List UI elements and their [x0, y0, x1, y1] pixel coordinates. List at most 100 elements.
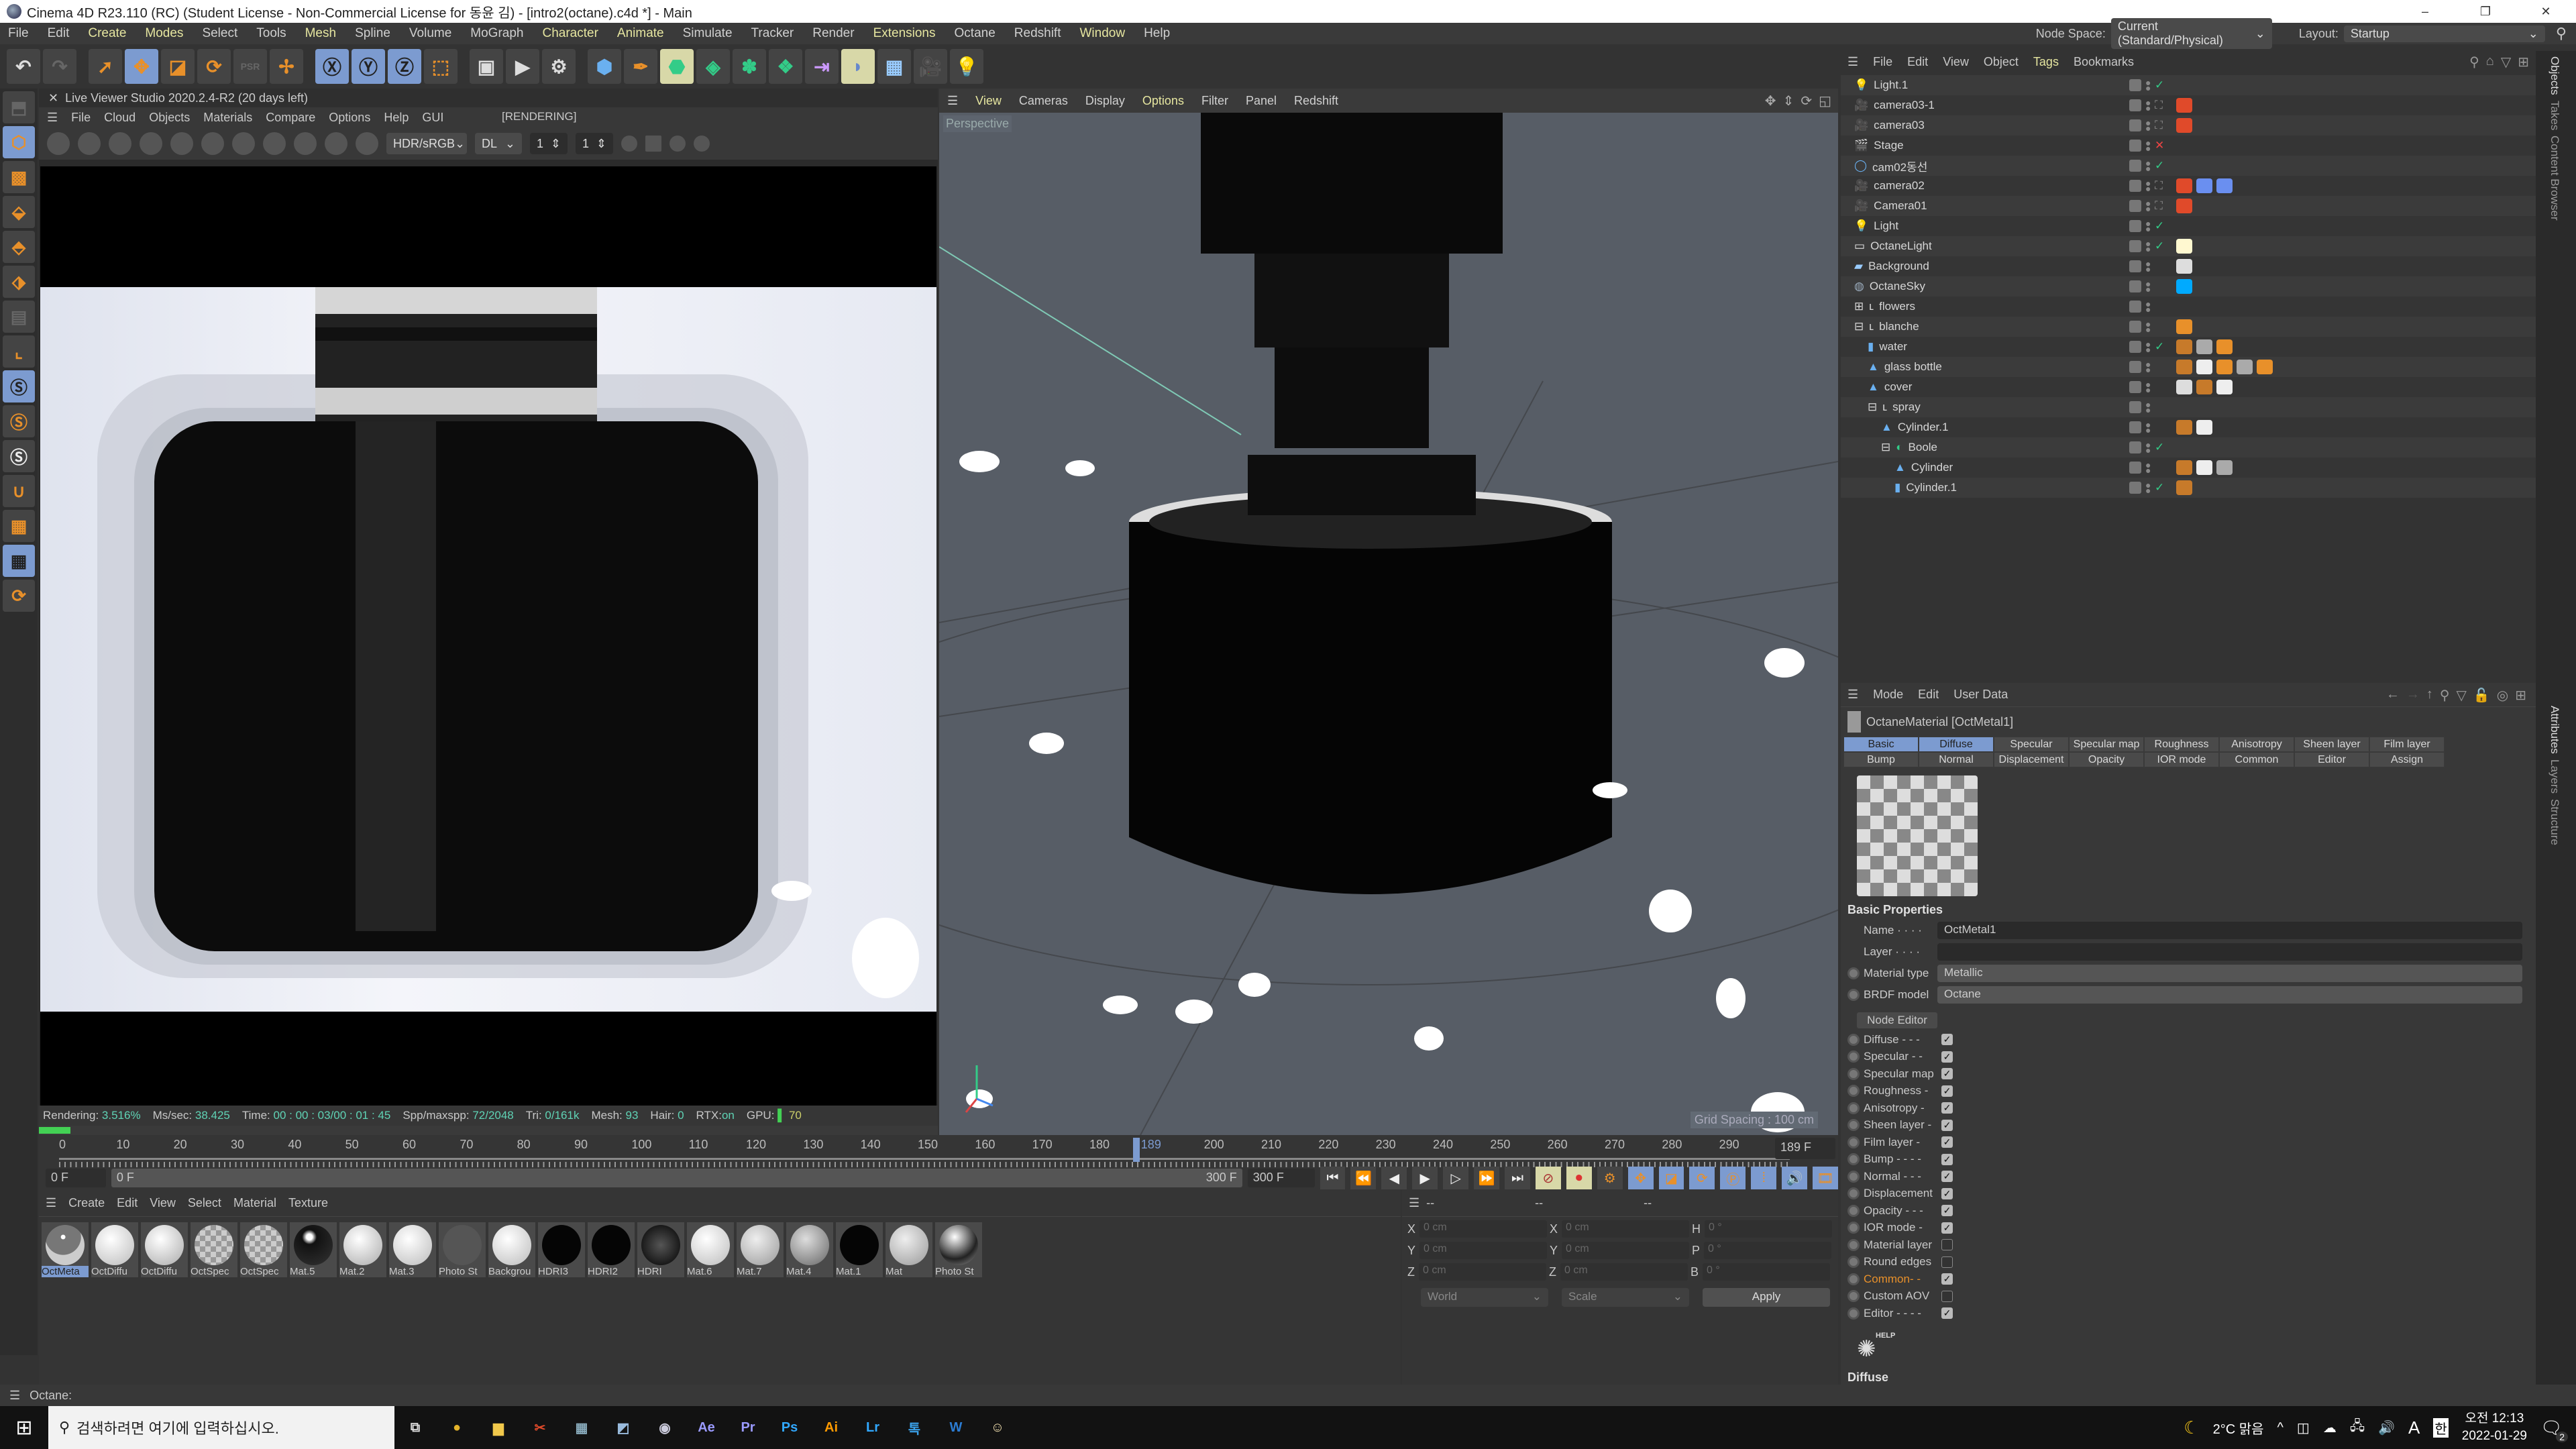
network-icon[interactable]: 🖧	[2350, 1416, 2365, 1439]
layer-toggle[interactable]	[2129, 301, 2141, 313]
coordinate-field[interactable]: 0 °	[1704, 1242, 1832, 1259]
kakao-icon[interactable]: 톡	[894, 1406, 935, 1449]
pen-icon[interactable]: ✒	[624, 49, 657, 84]
material-menu-material[interactable]: Material	[233, 1196, 276, 1210]
checker-tag-icon[interactable]	[2196, 420, 2212, 435]
attr-menu-mode[interactable]: Mode	[1873, 688, 1903, 702]
tab-anisotropy[interactable]: Anisotropy	[2219, 737, 2294, 752]
menu-select[interactable]: Select	[202, 26, 237, 41]
hamburger-icon[interactable]: ☰	[46, 1196, 56, 1210]
animate-radio[interactable]	[1847, 1290, 1860, 1303]
octane-help-icon[interactable]: ✺ HELP	[1857, 1332, 1897, 1362]
animate-radio[interactable]	[1847, 1256, 1860, 1269]
enable-toggle[interactable]: ⛶	[2155, 199, 2163, 213]
collapse-icon[interactable]: ⊟	[1868, 400, 1877, 414]
channel-checkbox[interactable]: ✓	[1941, 1307, 1953, 1320]
phong-tag-icon[interactable]	[2176, 360, 2192, 374]
visibility-dots[interactable]: ● ●	[2145, 199, 2151, 213]
key-pla-icon[interactable]: ⁞	[1751, 1167, 1777, 1189]
chrome-icon[interactable]: ●	[436, 1406, 478, 1449]
object-row[interactable]: ▲ Cylinder.1 ● ●	[1841, 417, 2536, 437]
object-row[interactable]: ▲ Cylinder ● ●	[1841, 458, 2536, 478]
tab-film-layer[interactable]: Film layer	[2369, 737, 2445, 752]
zoom-in-icon[interactable]	[263, 132, 286, 155]
material-swatch[interactable]: Mat.2	[339, 1222, 386, 1277]
texture-tag-icon[interactable]	[2196, 339, 2212, 354]
search-icon[interactable]: ⚲	[2469, 54, 2479, 70]
menu-volume[interactable]: Volume	[409, 26, 451, 41]
layer-toggle[interactable]	[2129, 240, 2141, 252]
node-editor-button[interactable]: Node Editor	[1857, 1012, 1937, 1028]
tab-editor[interactable]: Editor	[2294, 752, 2369, 767]
lv-menu-cloud[interactable]: Cloud	[104, 111, 136, 125]
coordinate-field[interactable]: 0 cm	[1562, 1242, 1690, 1259]
solo-single-icon[interactable]: Ⓢ	[3, 405, 35, 437]
search-icon[interactable]: ⚲	[2440, 687, 2450, 704]
camera-tag-icon[interactable]	[2176, 118, 2192, 133]
x-axis-icon[interactable]: Ⓧ	[315, 49, 349, 84]
current-frame-field[interactable]: 189 F	[1775, 1138, 1835, 1159]
clapper-tag-icon[interactable]	[2216, 339, 2233, 354]
new-panel-icon[interactable]: ⊞	[2518, 54, 2529, 70]
viewport-menu-view[interactable]: View	[975, 94, 1002, 108]
up-icon[interactable]: ↑	[2426, 687, 2433, 704]
object-row[interactable]: 💡 Light.1 ● ● ✓	[1841, 75, 2536, 95]
object-row[interactable]: ▮ Cylinder.1 ● ● ✓	[1841, 478, 2536, 498]
calculator-icon[interactable]: ▦	[561, 1406, 602, 1449]
tab-displacement[interactable]: Displacement	[1994, 752, 2069, 767]
layer-toggle[interactable]	[2129, 200, 2141, 212]
material-swatch[interactable]: Mat	[885, 1222, 932, 1277]
workplane-icon[interactable]: ▦	[3, 510, 35, 542]
rotate-view-icon[interactable]: ⟳	[1801, 93, 1812, 109]
side-tab-attributes[interactable]: Attributes	[2548, 706, 2561, 754]
target-icon[interactable]: ◎	[2497, 687, 2508, 704]
kernel-dropdown[interactable]: DL ⌄	[475, 133, 522, 154]
film-icon[interactable]: 🎞	[1813, 1167, 1838, 1189]
material-swatch[interactable]: OctDiffu	[91, 1222, 138, 1277]
material-menu-texture[interactable]: Texture	[288, 1196, 328, 1210]
object-row[interactable]: 💡 Light ● ● ✓	[1841, 216, 2536, 236]
object-row[interactable]: 🎥 camera03 ● ● ⛶	[1841, 115, 2536, 136]
name-field[interactable]: OctMetal1	[1937, 922, 2522, 939]
object-menu-view[interactable]: View	[1943, 55, 1969, 69]
timeline-ruler[interactable]: 0 10 20 30 40 50 60 70 80 90 100 110 120 130 140 150 160…	[59, 1138, 1796, 1167]
phong-tag-icon[interactable]	[2176, 420, 2192, 435]
visibility-dots[interactable]: ● ●	[2145, 78, 2151, 93]
channel-checkbox[interactable]: ✓	[1941, 1205, 1953, 1217]
channel-checkbox[interactable]: ✓	[1941, 1034, 1953, 1046]
camera-icon[interactable]: 🎥	[914, 49, 947, 84]
disabled-x-icon[interactable]: ✕	[2155, 139, 2164, 152]
layer-toggle[interactable]	[2129, 421, 2141, 433]
viewport-menu-panel[interactable]: Panel	[1246, 94, 1277, 108]
psr-icon[interactable]: PSR	[233, 49, 267, 84]
menu-mograph[interactable]: MoGraph	[470, 26, 523, 41]
tab-normal[interactable]: Normal	[1919, 752, 1994, 767]
object-row[interactable]: ▲ glass bottle ● ●	[1841, 357, 2536, 377]
restart-icon[interactable]	[78, 132, 101, 155]
visibility-dots[interactable]: ● ●	[2145, 259, 2151, 274]
material-swatch[interactable]: OctDiffu	[141, 1222, 188, 1277]
region-render-icon[interactable]	[140, 132, 162, 155]
task-view-icon[interactable]: ⧉	[394, 1406, 436, 1449]
attr-menu-user-data[interactable]: User Data	[1953, 688, 2008, 702]
visibility-dots[interactable]: ● ●	[2145, 98, 2151, 113]
extrude-icon[interactable]: ◈	[696, 49, 730, 84]
animate-radio[interactable]	[1847, 1051, 1860, 1063]
coordinate-field[interactable]: 0 cm	[1419, 1263, 1546, 1281]
make-editable-icon[interactable]: ⬒	[3, 91, 35, 123]
visibility-dots[interactable]: ● ●	[2145, 118, 2151, 133]
coordinate-field[interactable]: 0 °	[1705, 1220, 1833, 1238]
material-swatch[interactable]: Mat.3	[389, 1222, 436, 1277]
animate-radio[interactable]	[1847, 1136, 1860, 1148]
tab-opacity[interactable]: Opacity	[2069, 752, 2144, 767]
mascot-app-icon[interactable]: ☺	[977, 1406, 1018, 1449]
enabled-check-icon[interactable]: ✓	[2155, 78, 2164, 92]
collapse-icon[interactable]: ⊟	[1881, 441, 1890, 454]
hamburger-icon[interactable]: ☰	[47, 111, 58, 125]
channel-checkbox[interactable]: ✓	[1941, 1136, 1953, 1148]
visibility-dots[interactable]: ● ●	[2145, 319, 2151, 334]
file-explorer-icon[interactable]: ▆	[478, 1406, 519, 1449]
color-mode-dropdown[interactable]: HDR/sRGB ⌄	[386, 133, 467, 154]
animate-radio[interactable]	[1847, 1102, 1860, 1114]
triangle-tag-icon[interactable]	[2216, 360, 2233, 374]
